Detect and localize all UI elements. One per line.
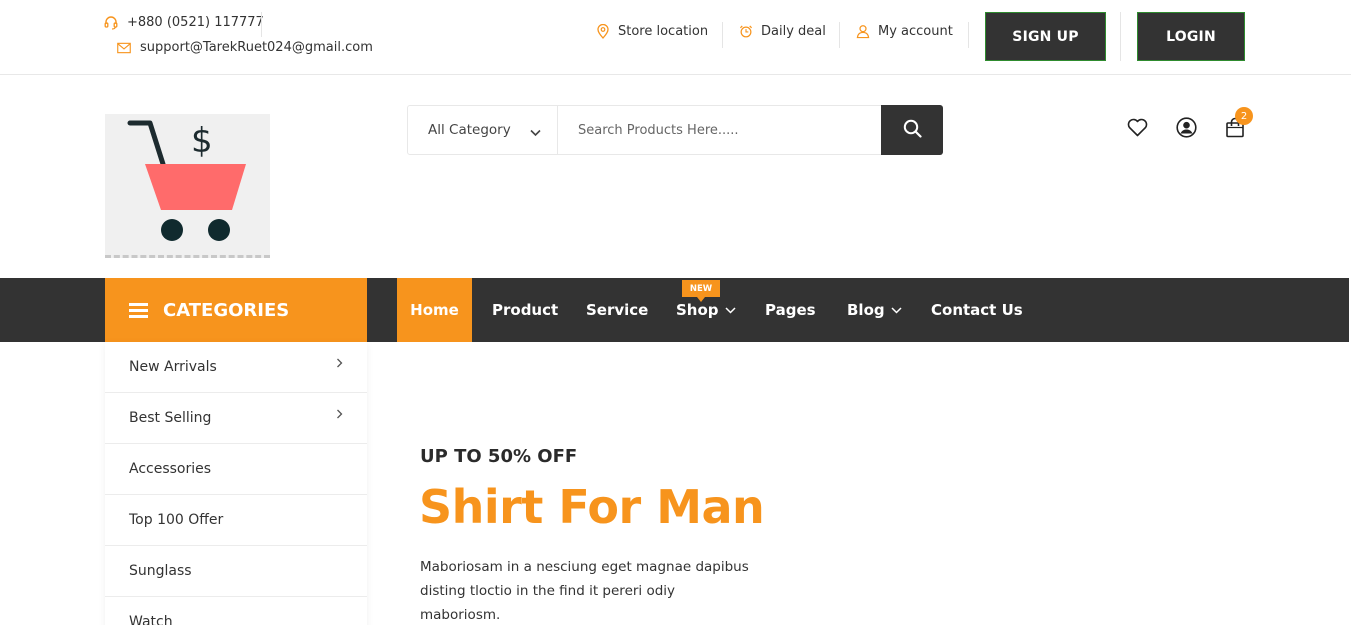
- top-bar: +880 (0521) 117777 support@TarekRuet024@…: [0, 0, 1351, 75]
- daily-deal-link[interactable]: Daily deal: [739, 24, 826, 39]
- email-contact[interactable]: support@TarekRuet024@gmail.com: [117, 40, 373, 55]
- category-select-label: All Category: [428, 122, 511, 138]
- categories-toggle[interactable]: CATEGORIES: [105, 278, 367, 342]
- nav-shop-label: Shop: [676, 301, 719, 319]
- category-label: Top 100 Offer: [129, 512, 224, 528]
- hamburger-menu-icon: [129, 300, 148, 321]
- category-item[interactable]: New Arrivals: [105, 342, 367, 393]
- nav-shop[interactable]: Shop: [676, 278, 736, 342]
- my-account-link[interactable]: My account: [856, 24, 953, 39]
- my-account-label: My account: [878, 24, 953, 39]
- wishlist-icon[interactable]: [1126, 116, 1148, 138]
- map-pin-icon: [596, 24, 610, 39]
- site-logo[interactable]: $: [105, 114, 270, 258]
- category-label: Watch: [129, 614, 173, 625]
- category-item[interactable]: Watch: [105, 597, 367, 625]
- headset-icon: [104, 15, 118, 30]
- chevron-down-icon: [530, 125, 541, 141]
- login-button[interactable]: LOGIN: [1137, 12, 1245, 61]
- alarm-clock-icon: [739, 25, 753, 39]
- chevron-down-icon: [725, 306, 736, 314]
- store-location-link[interactable]: Store location: [596, 24, 708, 39]
- hero-subtitle: UP TO 50% OFF: [420, 446, 578, 467]
- divider: [261, 12, 262, 37]
- account-icon[interactable]: [1175, 116, 1197, 138]
- sign-up-button[interactable]: SIGN UP: [985, 12, 1106, 61]
- email-text: support@TarekRuet024@gmail.com: [140, 40, 373, 55]
- categories-label: CATEGORIES: [163, 299, 290, 321]
- nav-home[interactable]: Home: [397, 278, 472, 342]
- category-label: New Arrivals: [129, 359, 217, 375]
- category-list: New Arrivals Best Selling Accessories To…: [105, 342, 367, 625]
- category-select[interactable]: All Category: [408, 106, 558, 154]
- store-location-label: Store location: [618, 24, 709, 39]
- divider: [968, 22, 969, 48]
- nav-service[interactable]: Service: [586, 278, 648, 342]
- category-label: Best Selling: [129, 410, 212, 426]
- category-item[interactable]: Top 100 Offer: [105, 495, 367, 546]
- category-label: Accessories: [129, 461, 212, 477]
- search-bar: All Category: [407, 105, 943, 155]
- hero-title: Shirt For Man: [419, 480, 765, 534]
- chevron-right-icon: [336, 356, 343, 372]
- phone-text: +880 (0521) 117777: [127, 15, 264, 30]
- daily-deal-label: Daily deal: [761, 24, 826, 39]
- divider: [839, 22, 840, 48]
- category-item[interactable]: Accessories: [105, 444, 367, 495]
- category-item[interactable]: Sunglass: [105, 546, 367, 597]
- phone-contact[interactable]: +880 (0521) 117777: [104, 15, 264, 30]
- nav-product[interactable]: Product: [492, 278, 558, 342]
- envelope-icon: [117, 41, 131, 55]
- nav-pages[interactable]: Pages: [765, 278, 816, 342]
- chevron-down-icon: [891, 306, 902, 314]
- divider: [1120, 12, 1121, 61]
- category-label: Sunglass: [129, 563, 192, 579]
- chevron-right-icon: [336, 407, 343, 423]
- shopping-cart-logo-icon: $: [127, 120, 246, 241]
- svg-text:$: $: [191, 121, 213, 161]
- search-icon: [903, 119, 922, 142]
- search-input[interactable]: [558, 106, 881, 154]
- category-item[interactable]: Best Selling: [105, 393, 367, 444]
- search-button[interactable]: [881, 105, 943, 155]
- nav-blog-label: Blog: [847, 301, 885, 319]
- divider: [722, 22, 723, 48]
- hero-description: Maboriosam in a nesciung eget magnae dap…: [420, 559, 749, 623]
- nav-blog[interactable]: Blog: [847, 278, 902, 342]
- cart-count-badge: 2: [1235, 107, 1253, 125]
- user-icon: [856, 25, 870, 39]
- nav-contact-us[interactable]: Contact Us: [931, 278, 1023, 342]
